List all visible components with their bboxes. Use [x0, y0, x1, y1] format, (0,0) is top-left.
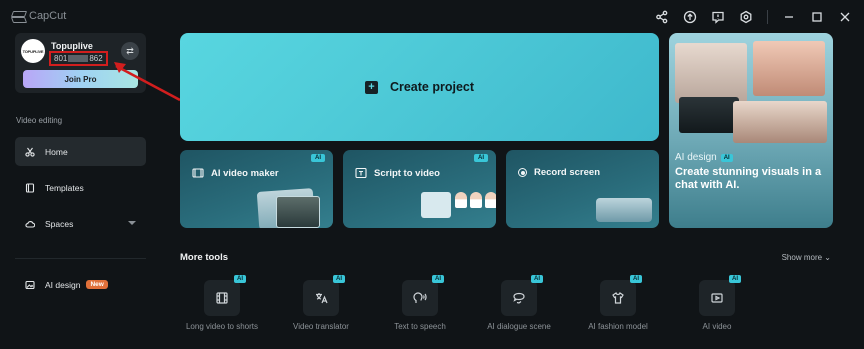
product-image — [675, 43, 747, 103]
capcut-logo-icon — [12, 11, 24, 21]
product-image — [753, 41, 825, 96]
sidebar-item-label: Home — [45, 146, 68, 157]
create-project-label: Create project — [389, 80, 475, 94]
minimize-icon[interactable] — [782, 10, 796, 24]
profile-id: 801 862 — [49, 51, 108, 66]
tool-label: AI fashion model — [588, 322, 648, 331]
chevron-down-icon: ⌄ — [822, 253, 831, 262]
titlebar-divider — [767, 10, 768, 24]
tool-ai-video[interactable]: AI AI video — [672, 275, 762, 332]
close-icon[interactable] — [838, 10, 852, 24]
show-more-label: Show more — [781, 253, 823, 262]
product-image — [733, 101, 827, 143]
tool-label: AI video maker — [211, 167, 279, 179]
tool-label: AI video — [702, 322, 732, 331]
product-image — [679, 97, 739, 133]
dialogue-icon: AI — [501, 275, 543, 316]
ai-video-icon: AI — [699, 275, 741, 316]
tool-label: AI dialogue scene — [487, 322, 551, 331]
script-icon — [355, 167, 367, 179]
profile-name: Topuplive — [51, 41, 93, 51]
sidebar-item-ai-design[interactable]: AI design New — [15, 270, 146, 299]
tool-label: Record screen — [534, 167, 601, 178]
sidebar-item-label: Spaces — [45, 218, 74, 229]
film-icon: AI — [204, 275, 246, 316]
sidebar-item-label: Templates — [45, 182, 84, 193]
upload-icon[interactable] — [683, 10, 697, 24]
record-icon — [518, 168, 527, 177]
chevron-down-icon[interactable] — [128, 221, 136, 225]
title-bar: CapCut — [0, 0, 864, 34]
tool-text-to-speech[interactable]: AI Text to speech — [375, 275, 465, 332]
script-thumbnail — [421, 192, 451, 218]
maximize-icon[interactable] — [810, 10, 824, 24]
record-thumbnail — [596, 198, 652, 222]
section-label-video-editing: Video editing — [16, 116, 63, 125]
profile-id-prefix: 801 — [54, 54, 68, 63]
swap-icon: ⇄ — [126, 45, 134, 56]
ai-badge: AI — [720, 153, 733, 162]
ai-design-label: AI design — [675, 152, 717, 163]
sidebar-item-templates[interactable]: Templates — [15, 173, 146, 202]
templates-icon — [25, 182, 35, 193]
avatar[interactable]: TOPUPLIVE — [21, 39, 45, 63]
tool-ai-dialogue-scene[interactable]: AI AI dialogue scene — [474, 275, 564, 332]
ai-badge: AI — [729, 275, 741, 283]
create-project-card[interactable]: + Create project — [180, 33, 659, 141]
ai-badge: AI — [234, 275, 246, 283]
ai-badge: AI — [630, 275, 642, 283]
show-more-link[interactable]: Show more ⌄ — [782, 253, 831, 262]
script-to-video-card[interactable]: AI Script to video — [343, 150, 496, 228]
cloud-icon — [25, 219, 35, 229]
face-thumbnail — [485, 192, 496, 208]
ai-video-maker-icon — [192, 168, 204, 178]
ai-badge: AI — [333, 275, 345, 283]
tool-label: Video translator — [293, 322, 349, 331]
ai-design-headline: Create stunning visuals in a chat with A… — [675, 166, 822, 191]
settings-icon[interactable] — [739, 10, 753, 24]
sidebar-item-home[interactable]: Home — [15, 137, 146, 166]
sidebar-item-spaces[interactable]: Spaces — [15, 209, 146, 238]
ai-design-card[interactable]: AI design AI Create stunning visuals in … — [669, 33, 833, 228]
translate-icon: AI — [303, 275, 345, 316]
profile-id-suffix: 862 — [89, 54, 103, 63]
avatar-thumbnails — [455, 192, 496, 208]
app-logo: CapCut — [12, 10, 66, 22]
tool-long-video-to-shorts[interactable]: AI Long video to shorts — [177, 275, 267, 332]
ai-badge: AI — [531, 275, 543, 283]
tool-video-translator[interactable]: AI Video translator — [276, 275, 366, 332]
ai-badge: AI — [311, 154, 325, 162]
record-screen-card[interactable]: Record screen — [506, 150, 659, 228]
profile-id-redaction — [68, 55, 89, 63]
face-thumbnail — [470, 192, 482, 208]
share-icon[interactable] — [655, 10, 669, 24]
sidebar-item-label: AI design — [45, 279, 81, 290]
tool-label: Long video to shorts — [185, 322, 259, 331]
scissors-icon — [25, 147, 35, 157]
tool-label: Script to video — [374, 167, 440, 179]
app-title: CapCut — [29, 10, 67, 22]
new-badge: New — [86, 280, 108, 289]
more-tools-title: More tools — [180, 252, 229, 263]
tool-label: Text to speech — [394, 322, 446, 331]
ai-video-maker-card[interactable]: AI AI video maker — [180, 150, 333, 228]
ai-badge: AI — [432, 275, 444, 283]
tool-ai-fashion-model[interactable]: AI AI fashion model — [573, 275, 663, 332]
sidebar-divider — [15, 258, 146, 259]
plus-icon: + — [364, 80, 378, 94]
annotation-arrow — [114, 62, 181, 102]
ai-badge: AI — [474, 154, 488, 162]
shirt-icon: AI — [600, 275, 642, 316]
speech-icon: AI — [402, 275, 444, 316]
ai-image-icon — [25, 280, 35, 290]
thumbnail-image — [276, 196, 320, 228]
feedback-icon[interactable] — [711, 10, 725, 24]
face-thumbnail — [455, 192, 467, 208]
